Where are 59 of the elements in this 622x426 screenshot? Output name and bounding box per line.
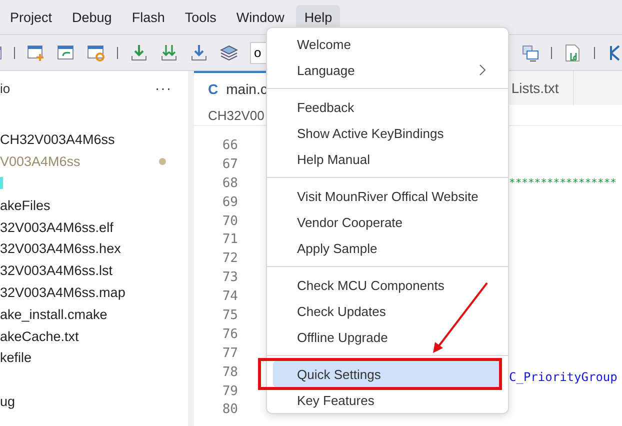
menu-entry[interactable]: Quick Settings [273, 361, 502, 387]
menu-entry[interactable]: Offline Upgrade [267, 324, 502, 350]
breadcrumb[interactable]: CH32V00 [208, 108, 264, 122]
tree-item[interactable]: akeCache.txt [0, 328, 79, 344]
tray-download-icon[interactable] [190, 44, 208, 62]
code-text: C_PriorityGroup [509, 369, 618, 384]
explorer-title: io [0, 80, 10, 96]
menu-item[interactable]: Debug [64, 4, 120, 30]
line-number: 70 [221, 214, 238, 228]
tree-item[interactable]: CH32V003A4M6ss [0, 132, 115, 148]
chevron-right-icon [479, 64, 486, 76]
line-number: 77 [221, 346, 238, 361]
menu-entry[interactable]: Apply Sample [267, 235, 502, 261]
line-number: 67 [221, 156, 238, 172]
layers-icon[interactable] [220, 44, 238, 62]
menu-entry[interactable]: Check MCU Components [267, 272, 502, 298]
ld-file-icon[interactable] [564, 44, 582, 62]
line-number: 69 [221, 194, 238, 210]
modified-dot [159, 158, 166, 166]
tree-item[interactable]: 32V003A4M6ss.lst [0, 263, 113, 278]
line-number: 71 [221, 232, 238, 248]
line-number: 78 [221, 364, 238, 380]
tree-item[interactable]: kefile [0, 350, 32, 366]
menu-entry[interactable]: Welcome [267, 31, 502, 57]
menu-entry[interactable]: Vendor Cooperate [267, 209, 502, 235]
line-number: 66 [221, 138, 238, 153]
tree-item[interactable]: 32V003A4M6ss.map [0, 284, 126, 300]
c-file-icon: C [208, 81, 218, 97]
menu-entry[interactable]: Visit MounRiver Offical Website [267, 183, 502, 209]
code-text: ***************** [509, 177, 616, 190]
editor-tab[interactable]: Lists.txt [511, 71, 574, 105]
menu-entry[interactable]: Check Updates [267, 298, 502, 324]
menu-entry[interactable]: Key Features [267, 387, 502, 413]
menu-entry[interactable]: Help Manual [267, 146, 502, 172]
line-number: 76 [221, 326, 238, 342]
line-number: 68 [221, 176, 238, 191]
more-button[interactable]: ··· [155, 80, 172, 96]
tree-item[interactable]: 32V003A4M6ss.elf [0, 220, 114, 235]
menu-entry[interactable]: Show Active KeyBindings [267, 120, 502, 146]
line-number: 79 [221, 384, 238, 399]
line-number: 72 [221, 251, 238, 266]
line-number: 80 [221, 402, 238, 418]
monitor-icon[interactable] [521, 44, 539, 62]
tree-item[interactable]: akeFiles [0, 198, 50, 213]
k-letter-icon[interactable] [607, 44, 622, 62]
download-icon[interactable] [130, 44, 148, 62]
menu-item[interactable]: Help [296, 4, 340, 30]
menu-item[interactable]: Window [228, 4, 292, 30]
new-window-icon[interactable] [27, 44, 45, 62]
line-number: 73 [221, 270, 238, 286]
tree-item[interactable]: ake_install.cmake [0, 306, 108, 322]
line-number: 75 [221, 308, 238, 323]
menu-item[interactable]: Flash [124, 4, 173, 30]
menu-item[interactable]: Tools [176, 4, 224, 30]
tree-item[interactable]: 32V003A4M6ss.hex [0, 241, 121, 256]
line-number: 74 [221, 289, 238, 304]
menu-item[interactable]: Project [2, 4, 60, 30]
double-download-icon[interactable] [160, 44, 178, 62]
tree-item[interactable]: ug [0, 394, 16, 409]
